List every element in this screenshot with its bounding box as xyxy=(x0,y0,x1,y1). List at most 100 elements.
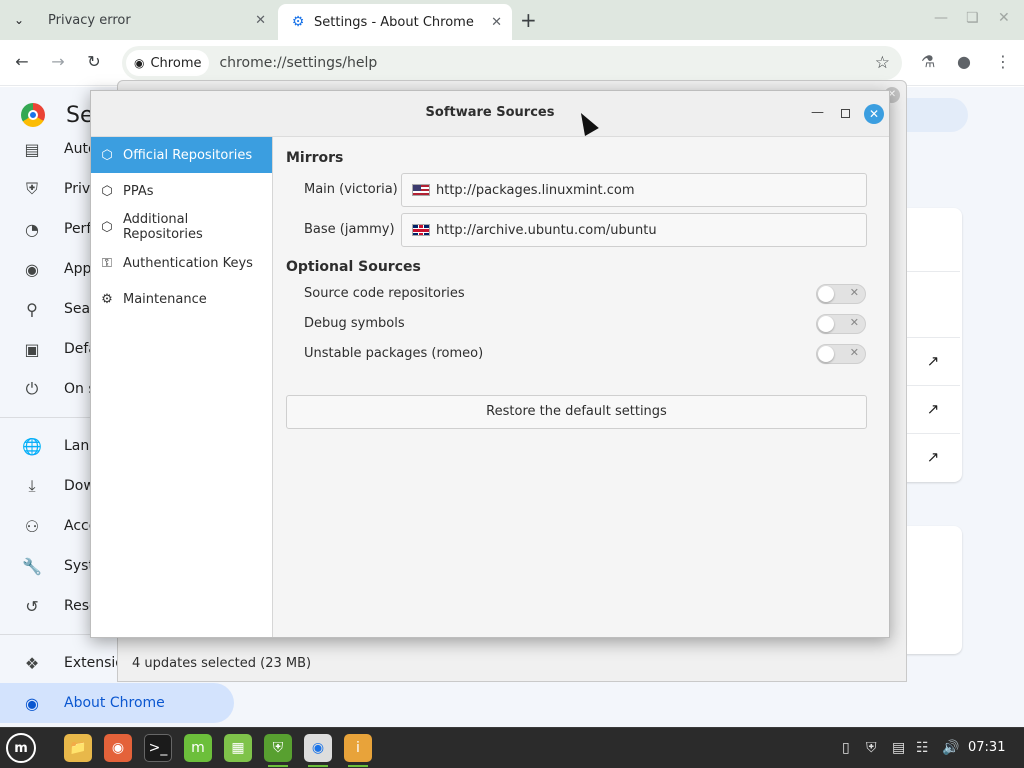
taskbar: m 📁 ◉ >_ m ▦ ⛨ ◉ i ▯ ⛨ ▤ ☷ 🔊 07:31 xyxy=(0,727,1024,768)
info-icon[interactable]: i xyxy=(344,734,372,767)
accessibility-icon: ⚇ xyxy=(24,516,40,536)
bookmark-star-icon[interactable]: ☆ xyxy=(875,53,890,73)
tab-settings-about[interactable]: ⚙ Settings - About Chrome ✕ xyxy=(278,4,512,40)
dialog-content: Mirrors Main (victoria) http://packages.… xyxy=(274,137,889,637)
chrome-logo-icon xyxy=(21,103,45,127)
close-window-icon[interactable]: ✕ xyxy=(998,10,1010,26)
clipboard-icon[interactable]: ▤ xyxy=(892,740,905,756)
chrome-icon: ◉ xyxy=(25,693,39,713)
off-x-icon: ✕ xyxy=(849,286,859,299)
minimize-icon[interactable]: — xyxy=(811,105,824,120)
mirrors-heading: Mirrors xyxy=(286,150,344,166)
toggle-knob xyxy=(818,316,834,332)
package-icon: ⬡ xyxy=(101,147,113,163)
tab-label: Settings - About Chrome xyxy=(314,14,474,30)
globe-icon: 🌐 xyxy=(22,436,42,456)
toggle-knob xyxy=(818,346,834,362)
sidebar-item-authentication-keys[interactable]: ⚿ Authentication Keys xyxy=(91,245,272,281)
close-icon[interactable]: ✕ xyxy=(864,104,884,124)
off-x-icon: ✕ xyxy=(849,346,859,359)
forward-icon[interactable]: → xyxy=(48,52,68,72)
reset-icon: ↺ xyxy=(25,596,39,616)
maximize-icon[interactable]: ❏ xyxy=(966,10,979,26)
external-link-icon[interactable]: ↗ xyxy=(923,448,943,468)
chrome-icon: ◉ xyxy=(134,56,145,70)
tab-search-button[interactable]: ⌄ xyxy=(6,8,32,32)
back-icon[interactable]: ← xyxy=(12,52,32,72)
power-icon: ⏻ xyxy=(25,379,39,398)
optional-sources-heading: Optional Sources xyxy=(286,259,421,275)
card-divider xyxy=(904,385,960,386)
close-icon[interactable]: ✕ xyxy=(491,15,502,30)
maximize-icon[interactable] xyxy=(841,109,850,118)
sidebar-item-ppas[interactable]: ⬡ PPAs xyxy=(91,173,272,209)
shield-tray-icon[interactable]: ⛨ xyxy=(866,740,877,756)
card-divider xyxy=(904,271,960,272)
external-link-icon[interactable]: ↗ xyxy=(923,352,943,372)
files-icon[interactable]: 📁 xyxy=(64,734,92,762)
chip-label: Chrome xyxy=(150,55,202,71)
external-link-icon[interactable]: ↗ xyxy=(923,400,943,420)
mintupdate-icon[interactable]: m xyxy=(184,734,212,762)
base-mirror-button[interactable]: http://archive.ubuntu.com/ubuntu xyxy=(401,213,867,247)
dialog-sidebar: ⬡ Official Repositories ⬡ PPAs ⬡ Additional… xyxy=(91,137,273,637)
update-manager-shield-icon[interactable]: ⛨ xyxy=(264,734,292,767)
address-bar[interactable]: ◉ Chrome chrome://settings/help ☆ xyxy=(122,46,902,80)
package-icon: ⬡ xyxy=(101,183,113,199)
download-icon: ⤓ xyxy=(28,476,36,495)
debug-symbols-label: Debug symbols xyxy=(304,316,405,331)
browser-icon: ▣ xyxy=(24,339,40,359)
unstable-packages-toggle[interactable]: ✕ xyxy=(816,344,866,364)
source-code-toggle[interactable]: ✕ xyxy=(816,284,866,304)
menu-kebab-icon[interactable]: ⋮ xyxy=(995,52,1011,71)
source-code-label: Source code repositories xyxy=(304,286,465,301)
toggle-knob xyxy=(818,286,834,302)
tab-privacy-error[interactable]: Privacy error ✕ xyxy=(36,4,276,36)
card-divider xyxy=(904,433,960,434)
off-x-icon: ✕ xyxy=(849,316,859,329)
settings-nav-about-chrome[interactable]: ◉ About Chrome xyxy=(0,683,234,723)
gear-icon: ⚙ xyxy=(291,14,305,30)
firefox-icon[interactable]: ◉ xyxy=(104,734,132,762)
keyboard-layout-icon[interactable]: ▯ xyxy=(842,740,850,756)
network-icon[interactable]: ☷ xyxy=(916,740,929,756)
base-mirror-label: Base (jammy) xyxy=(304,222,395,237)
chrome-icon[interactable]: ◉ xyxy=(304,734,332,767)
tab-strip: ⌄ Privacy error ✕ ⚙ Settings - About Chr… xyxy=(0,0,1024,40)
clock[interactable]: 07:31 xyxy=(968,740,1005,755)
dialog-header: Software Sources — ✕ xyxy=(91,91,889,137)
url-text[interactable]: chrome://settings/help xyxy=(219,55,377,71)
shield-icon: ⛨ xyxy=(25,179,38,198)
labs-flask-icon[interactable]: ⚗ xyxy=(921,52,935,71)
mint-menu-icon[interactable]: m xyxy=(6,733,36,763)
main-mirror-label: Main (victoria) xyxy=(304,182,398,197)
site-info-chip[interactable]: ◉ Chrome xyxy=(126,50,210,76)
spreadsheet-icon[interactable]: ▦ xyxy=(224,734,252,762)
search-icon: ⚲ xyxy=(26,299,38,319)
update-status-text: 4 updates selected (23 MB) xyxy=(132,656,312,671)
volume-icon[interactable]: 🔊 xyxy=(942,740,959,756)
main-mirror-url: http://packages.linuxmint.com xyxy=(436,182,635,198)
tab-label: Privacy error xyxy=(48,12,131,28)
uk-flag-icon xyxy=(412,224,430,236)
profile-avatar-icon[interactable]: ● xyxy=(957,52,971,71)
close-icon[interactable]: ✕ xyxy=(255,13,266,28)
unstable-packages-label: Unstable packages (romeo) xyxy=(304,346,484,361)
debug-symbols-toggle[interactable]: ✕ xyxy=(816,314,866,334)
us-flag-icon xyxy=(412,184,430,196)
restore-defaults-button[interactable]: Restore the default settings xyxy=(286,395,867,429)
reload-icon[interactable]: ↻ xyxy=(84,52,104,72)
card-divider xyxy=(904,337,960,338)
main-mirror-button[interactable]: http://packages.linuxmint.com xyxy=(401,173,867,207)
palette-icon: ◉ xyxy=(25,259,39,279)
puzzle-icon: ❖ xyxy=(24,653,40,673)
sidebar-item-official-repositories[interactable]: ⬡ Official Repositories xyxy=(91,137,272,173)
sidebar-item-additional-repositories[interactable]: ⬡ Additional Repositories xyxy=(91,209,272,245)
minimize-icon[interactable]: — xyxy=(934,10,948,26)
terminal-icon[interactable]: >_ xyxy=(144,734,172,762)
base-mirror-url: http://archive.ubuntu.com/ubuntu xyxy=(436,222,657,238)
new-tab-button[interactable]: + xyxy=(520,8,537,32)
speedometer-icon: ◔ xyxy=(25,219,39,239)
package-icon: ⬡ xyxy=(101,219,113,235)
sidebar-item-maintenance[interactable]: ⚙ Maintenance xyxy=(91,281,272,317)
